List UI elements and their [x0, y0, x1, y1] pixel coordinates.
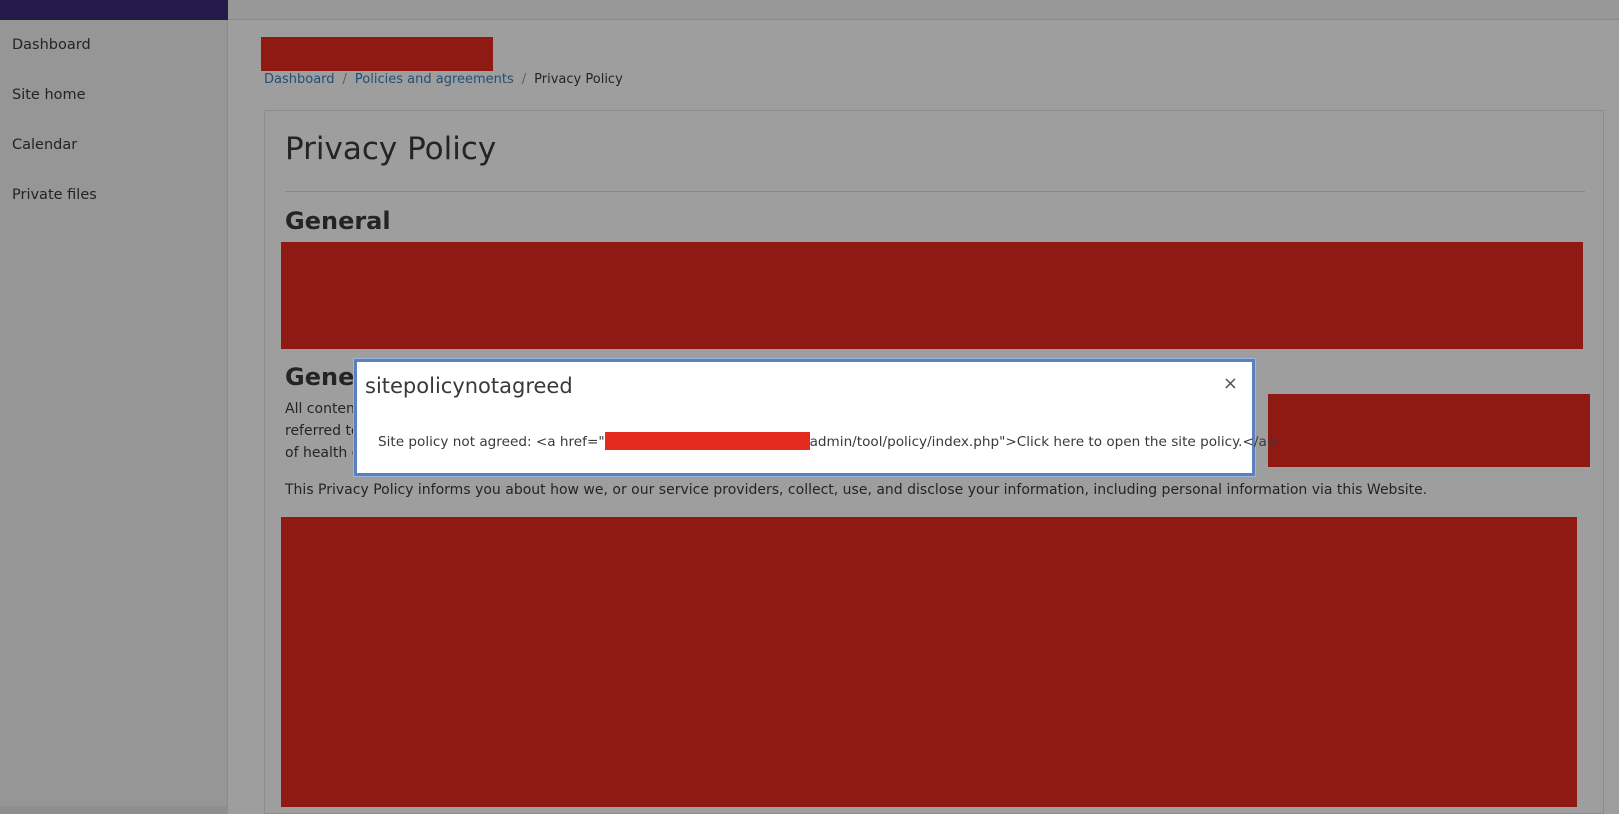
redacted-url	[604, 432, 810, 450]
modal-title: sitepolicynotagreed	[365, 374, 573, 398]
modal-body: Site policy not agreed: <a href=" admin/t…	[378, 432, 1278, 450]
modal-body-prefix: Site policy not agreed: <a href="	[378, 434, 605, 450]
modal-body-suffix: admin/tool/policy/index.php">Click here …	[809, 434, 1279, 450]
error-modal: sitepolicynotagreed × Site policy not ag…	[354, 359, 1278, 476]
close-icon[interactable]: ×	[1223, 375, 1238, 393]
